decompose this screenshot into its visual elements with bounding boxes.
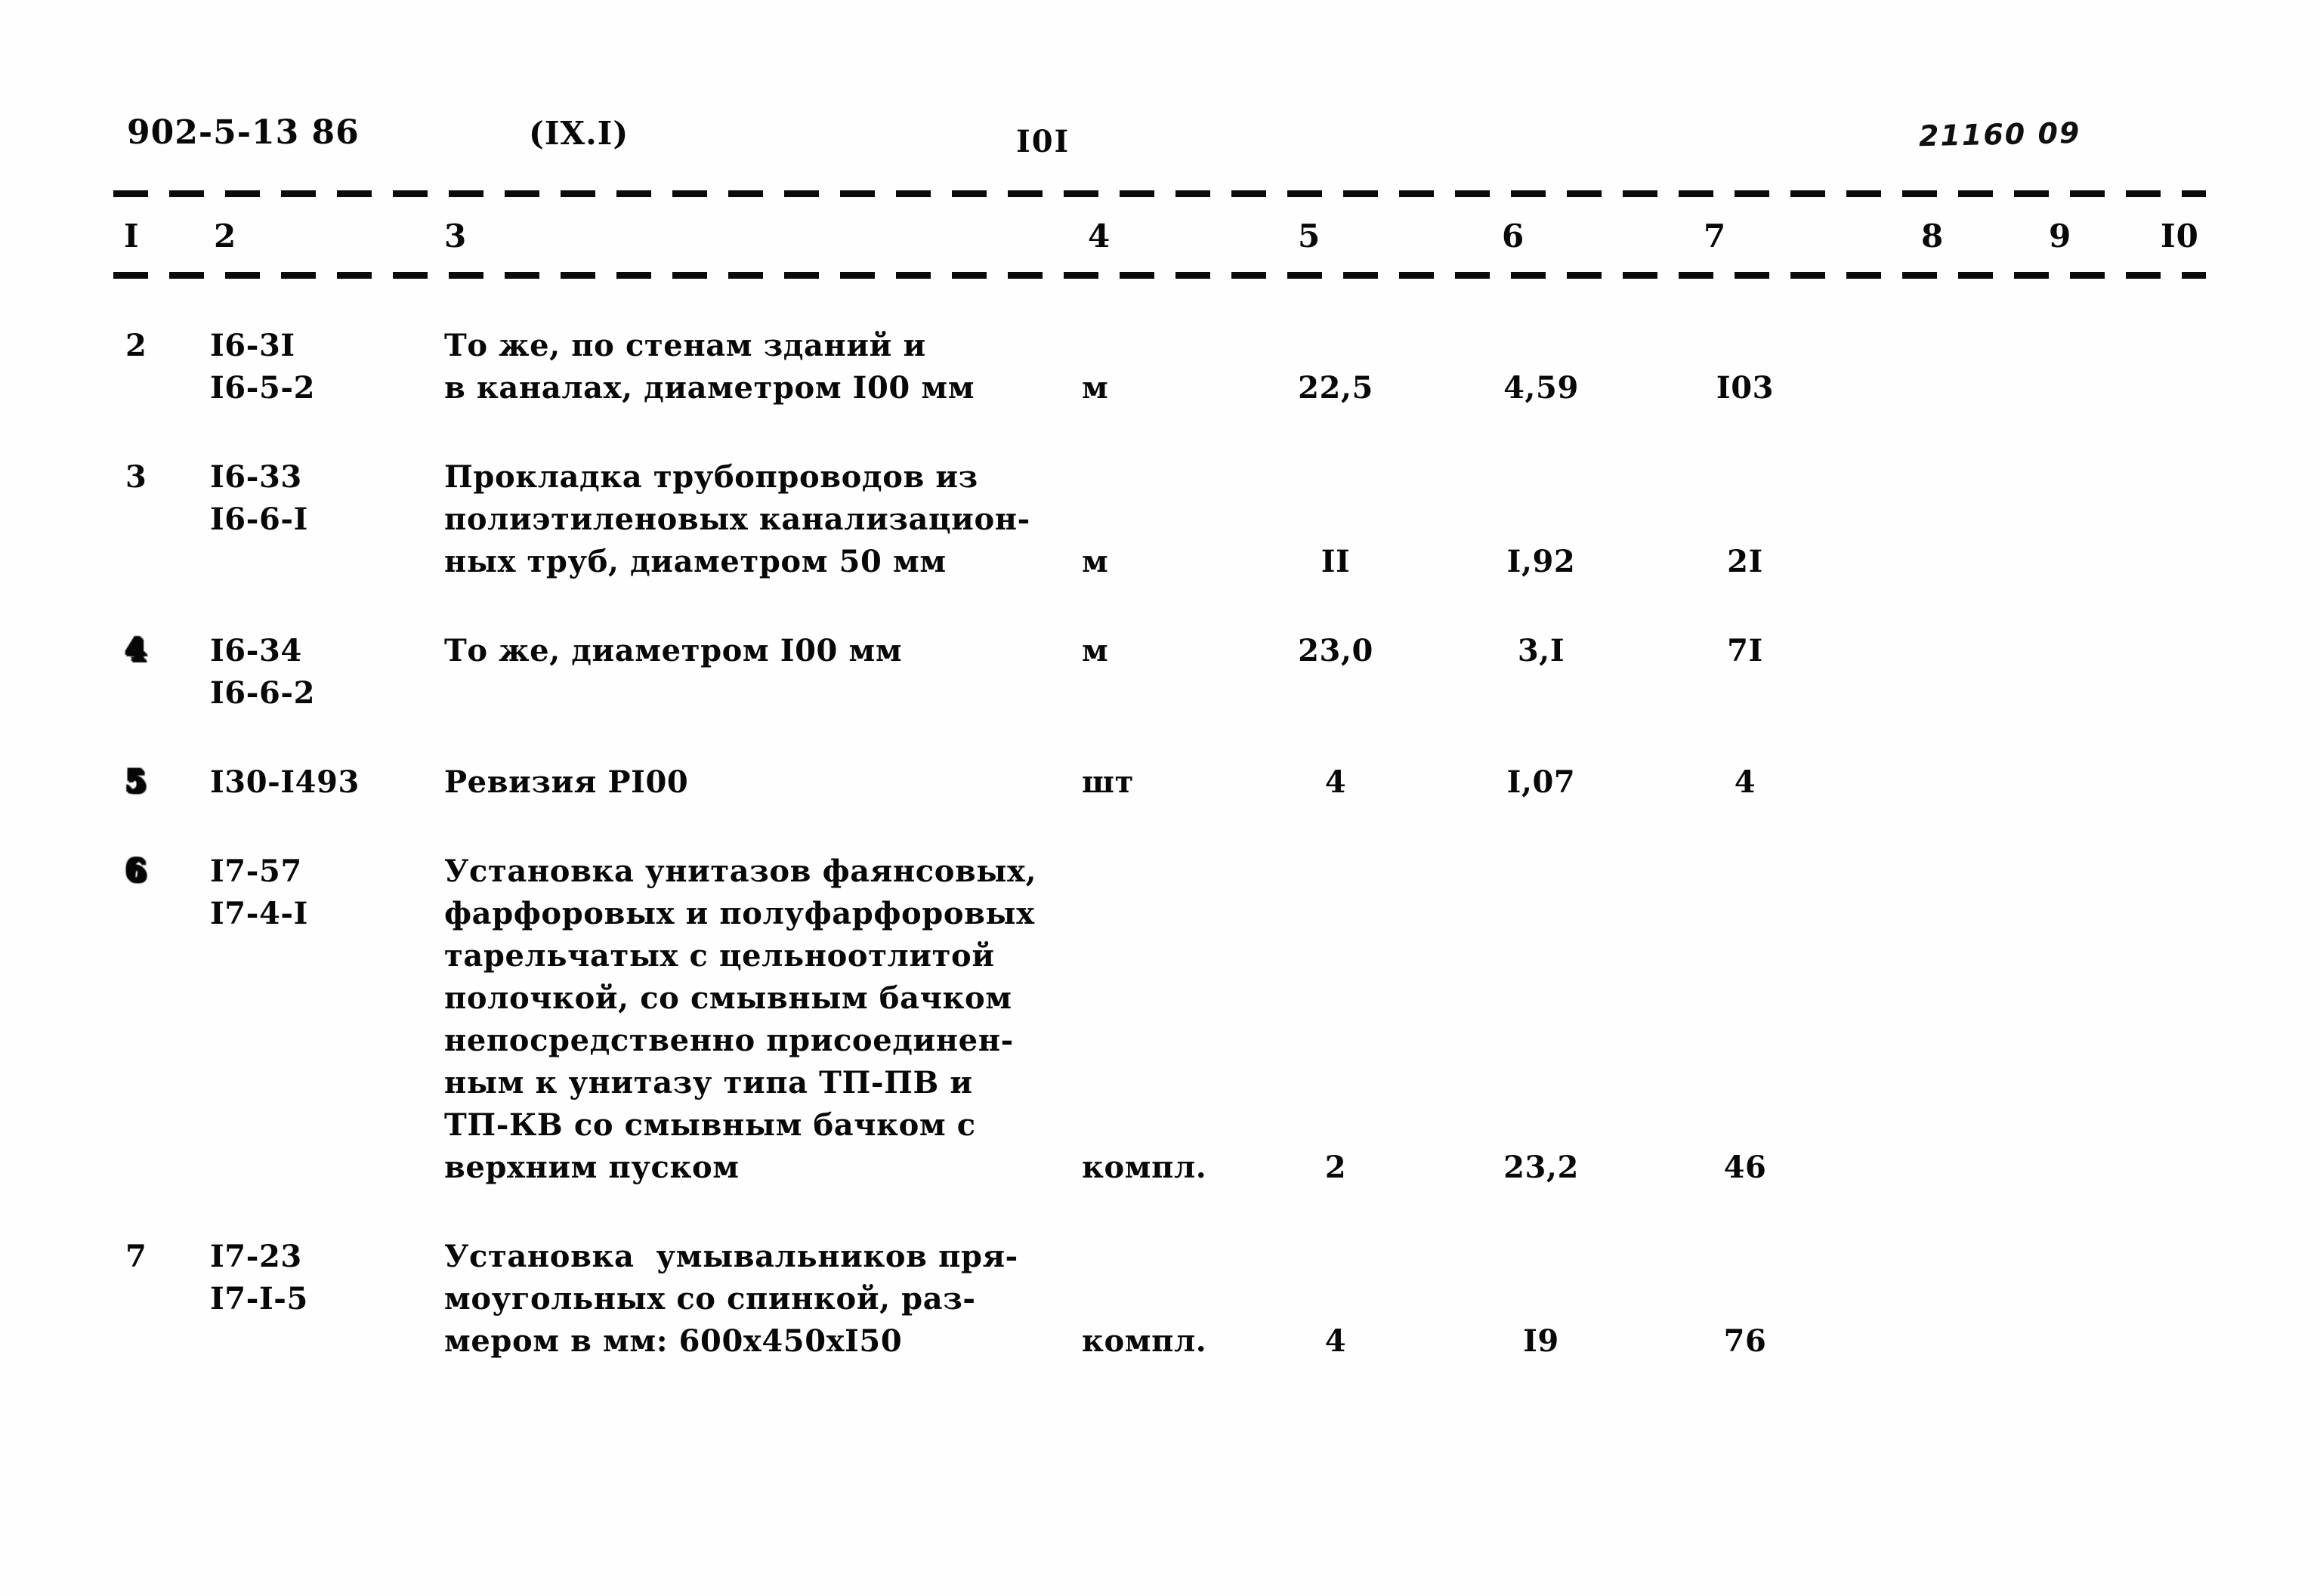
table-row: 5 I30-I493 Ревизия РI00 шт 4 I,07 4 bbox=[0, 761, 2320, 850]
unit-of-measure: м bbox=[1082, 370, 1109, 406]
table-rule-bottom bbox=[113, 272, 2206, 279]
table-row: 7 I7-23 I7-I-5 Установка умывальников пря-… bbox=[0, 1236, 2320, 1409]
norm-code: I7-57 I7-4-I bbox=[210, 854, 308, 931]
unit-norm-value: I9 bbox=[1523, 1323, 1559, 1359]
work-description: Ревизия РI00 bbox=[444, 764, 689, 800]
table-row: 3 I6-33 I6-6-I Прокладка трубопроводов из … bbox=[0, 456, 2320, 630]
row-ordinal: 6 bbox=[125, 850, 193, 893]
unit-norm-value: 3,I bbox=[1517, 633, 1565, 668]
unit-norm-value: 4,59 bbox=[1503, 370, 1579, 406]
quantity-value: 4 bbox=[1324, 1323, 1347, 1359]
unit-norm-value: 23,2 bbox=[1503, 1150, 1579, 1185]
unit-of-measure: м bbox=[1082, 633, 1109, 668]
page-header: 902-5-13 86 (IX.I) I0I 21160 09 bbox=[0, 113, 2320, 166]
page-number: I0I bbox=[1016, 124, 1070, 159]
norm-code: I30-I493 bbox=[210, 764, 360, 800]
unit-of-measure: компл. bbox=[1082, 1150, 1207, 1185]
total-value: 76 bbox=[1723, 1323, 1767, 1359]
column-header-3: 3 bbox=[444, 218, 468, 255]
column-header-4: 4 bbox=[1088, 218, 1111, 255]
work-description: Установка умывальников пря- моугольных с… bbox=[444, 1239, 1018, 1359]
total-value: 2I bbox=[1727, 544, 1763, 579]
column-header-5: 5 bbox=[1298, 218, 1321, 255]
handwritten-archive-note: 21160 09 bbox=[1918, 116, 2081, 153]
norm-code: I6-34 I6-6-2 bbox=[210, 633, 316, 711]
quantity-value: 4 bbox=[1324, 764, 1347, 800]
work-description: То же, по стенам зданий и в каналах, диа… bbox=[444, 328, 975, 406]
ink-blot-digit: 4 bbox=[125, 633, 147, 668]
row-ordinal: 4 bbox=[125, 630, 193, 672]
column-header-10: I0 bbox=[2161, 218, 2199, 255]
document-code: 902-5-13 86 bbox=[127, 113, 360, 152]
column-header-9: 9 bbox=[2049, 218, 2072, 255]
work-description: Установка унитазов фаянсовых, фарфоровых… bbox=[444, 854, 1037, 1185]
unit-of-measure: шт bbox=[1082, 764, 1134, 800]
total-value: I03 bbox=[1716, 370, 1775, 406]
quantity-value: 22,5 bbox=[1298, 370, 1373, 406]
column-header-8: 8 bbox=[1921, 218, 1945, 255]
unit-norm-value: I,07 bbox=[1506, 764, 1576, 800]
row-ordinal: 7 bbox=[125, 1239, 147, 1274]
column-header-7: 7 bbox=[1704, 218, 1727, 255]
quantity-value: 23,0 bbox=[1298, 633, 1373, 668]
ink-blot-digit: 6 bbox=[125, 854, 147, 889]
norm-code: I6-3I I6-5-2 bbox=[210, 328, 316, 406]
row-ordinal: 3 bbox=[125, 459, 147, 495]
section-label: (IX.I) bbox=[529, 115, 629, 152]
document-page: 902-5-13 86 (IX.I) I0I 21160 09 I 2 3 4 … bbox=[0, 0, 2320, 1596]
table-row: 2 I6-3I I6-5-2 То же, по стенам зданий и в… bbox=[0, 325, 2320, 456]
unit-norm-value: I,92 bbox=[1506, 544, 1576, 579]
row-ordinal: 2 bbox=[125, 328, 147, 363]
quantity-value: II bbox=[1321, 544, 1351, 579]
unit-of-measure: компл. bbox=[1082, 1323, 1207, 1359]
column-header-2: 2 bbox=[214, 218, 237, 255]
column-header-1: I bbox=[124, 218, 140, 255]
work-description: То же, диаметром I00 мм bbox=[444, 633, 903, 668]
total-value: 7I bbox=[1727, 633, 1763, 668]
unit-of-measure: м bbox=[1082, 544, 1109, 579]
norm-code: I7-23 I7-I-5 bbox=[210, 1239, 308, 1317]
table-row: 4 I6-34 I6-6-2 То же, диаметром I00 мм м 23,… bbox=[0, 630, 2320, 761]
work-description: Прокладка трубопроводов из полиэтиленовы… bbox=[444, 459, 1030, 579]
table-row: 6 I7-57 I7-4-I Установка унитазов фаянсовы… bbox=[0, 850, 2320, 1236]
total-value: 4 bbox=[1734, 764, 1756, 800]
norm-code: I6-33 I6-6-I bbox=[210, 459, 308, 537]
row-ordinal: 5 bbox=[125, 761, 193, 804]
total-value: 46 bbox=[1723, 1150, 1767, 1185]
ink-blot-digit: 5 bbox=[125, 764, 147, 800]
quantity-value: 2 bbox=[1324, 1150, 1347, 1185]
column-header-6: 6 bbox=[1502, 218, 1525, 255]
table-rule-top bbox=[113, 190, 2206, 197]
table-column-headers: I 2 3 4 5 6 7 8 9 I0 bbox=[0, 218, 2320, 264]
